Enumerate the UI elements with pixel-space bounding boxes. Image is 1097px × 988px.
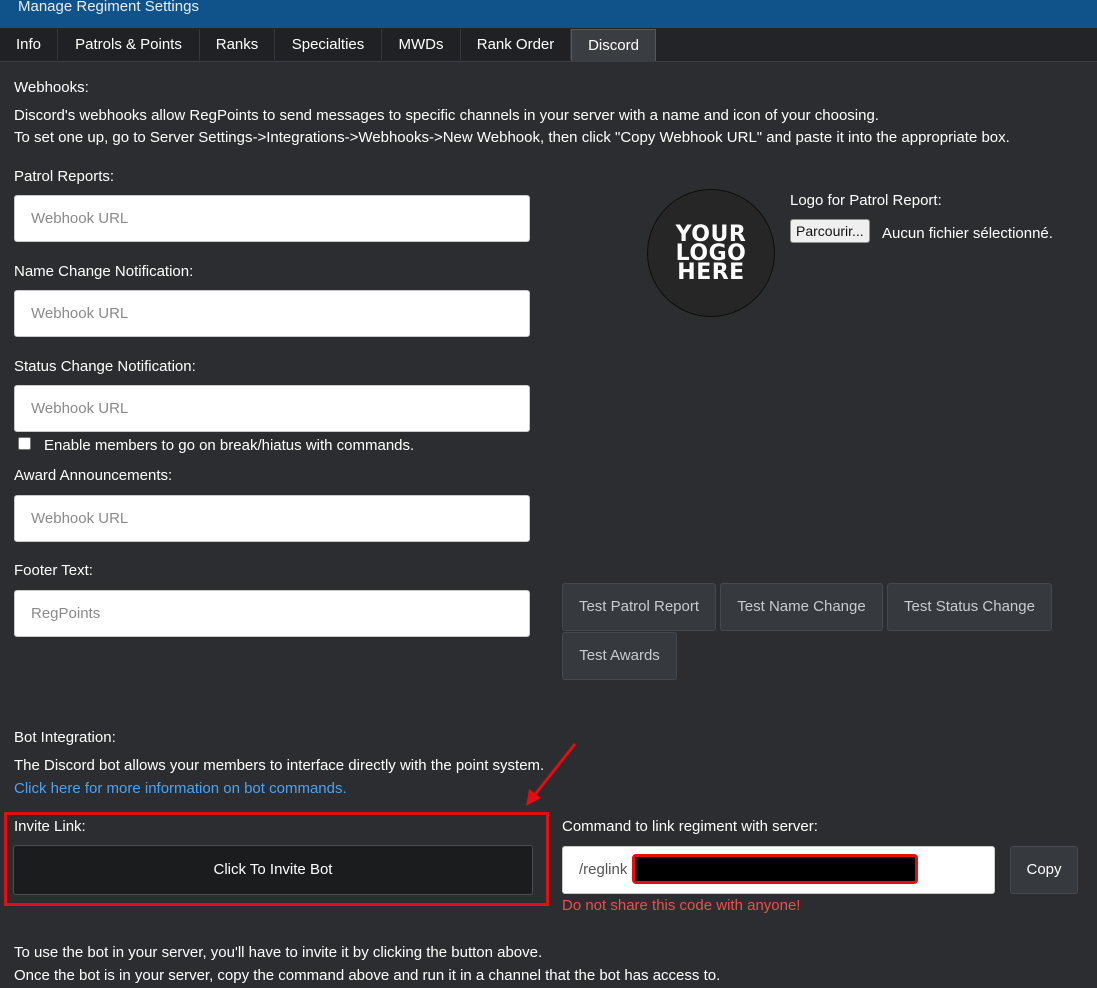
share-warning: Do not share this code with anyone! (562, 897, 801, 914)
webhooks-instructions: To set one up, go to Server Settings->In… (14, 129, 1010, 146)
test-patrol-report-button[interactable]: Test Patrol Report (562, 583, 716, 631)
patrol-reports-label: Patrol Reports: (14, 168, 115, 185)
award-webhook-input[interactable] (14, 495, 530, 542)
webhooks-description: Discord's webhooks allow RegPoints to se… (14, 107, 879, 124)
invite-bot-button[interactable]: Click To Invite Bot (13, 845, 533, 895)
tab-ranks[interactable]: Ranks (200, 29, 275, 60)
page-title: Manage Regiment Settings (18, 0, 199, 15)
tab-info[interactable]: Info (0, 29, 58, 60)
break-commands-checkbox[interactable] (18, 437, 31, 450)
command-label: Command to link regiment with server: (562, 818, 818, 835)
annotation-arrow-icon (526, 743, 577, 806)
tab-specialties[interactable]: Specialties (275, 29, 382, 60)
logo-browse-button[interactable]: Parcourir... (790, 219, 870, 243)
bot-integration-heading: Bot Integration: (14, 729, 116, 746)
bot-description: The Discord bot allows your members to i… (14, 757, 545, 774)
webhooks-heading: Webhooks: (14, 79, 89, 96)
status-change-label: Status Change Notification: (14, 358, 196, 375)
test-awards-button[interactable]: Test Awards (562, 632, 677, 680)
invite-link-label: Invite Link: (14, 818, 86, 835)
redacted-code-box (632, 854, 918, 884)
copy-command-button[interactable]: Copy (1010, 846, 1078, 894)
tab-rank-order[interactable]: Rank Order (461, 29, 571, 60)
name-change-label: Name Change Notification: (14, 263, 194, 280)
tab-mwds[interactable]: MWDs (382, 29, 461, 60)
logo-placeholder-line: HERE (677, 259, 745, 285)
break-commands-label: Enable members to go on break/hiatus wit… (44, 437, 415, 454)
status-change-webhook-input[interactable] (14, 385, 530, 432)
logo-preview: YOUR LOGO HERE (647, 189, 775, 317)
bot-instructions-1: To use the bot in your server, you'll ha… (14, 944, 543, 961)
logo-label: Logo for Patrol Report: (790, 192, 942, 209)
bot-commands-info-link[interactable]: Click here for more information on bot c… (14, 780, 347, 797)
tab-patrols-points[interactable]: Patrols & Points (58, 29, 200, 60)
footer-text-input[interactable] (14, 590, 530, 637)
logo-file-status: Aucun fichier sélectionné. (882, 225, 1053, 242)
test-name-change-button[interactable]: Test Name Change (720, 583, 883, 631)
tab-bar: Info Patrols & Points Ranks Specialties … (0, 28, 1097, 62)
bot-instructions-2: Once the bot is in your server, copy the… (14, 967, 721, 984)
patrol-webhook-input[interactable] (14, 195, 530, 242)
test-status-change-button[interactable]: Test Status Change (887, 583, 1052, 631)
award-announcements-label: Award Announcements: (14, 467, 173, 484)
name-change-webhook-input[interactable] (14, 290, 530, 337)
tab-discord[interactable]: Discord (571, 29, 656, 61)
footer-text-label: Footer Text: (14, 562, 93, 579)
command-prefix: /reglink (579, 861, 628, 878)
